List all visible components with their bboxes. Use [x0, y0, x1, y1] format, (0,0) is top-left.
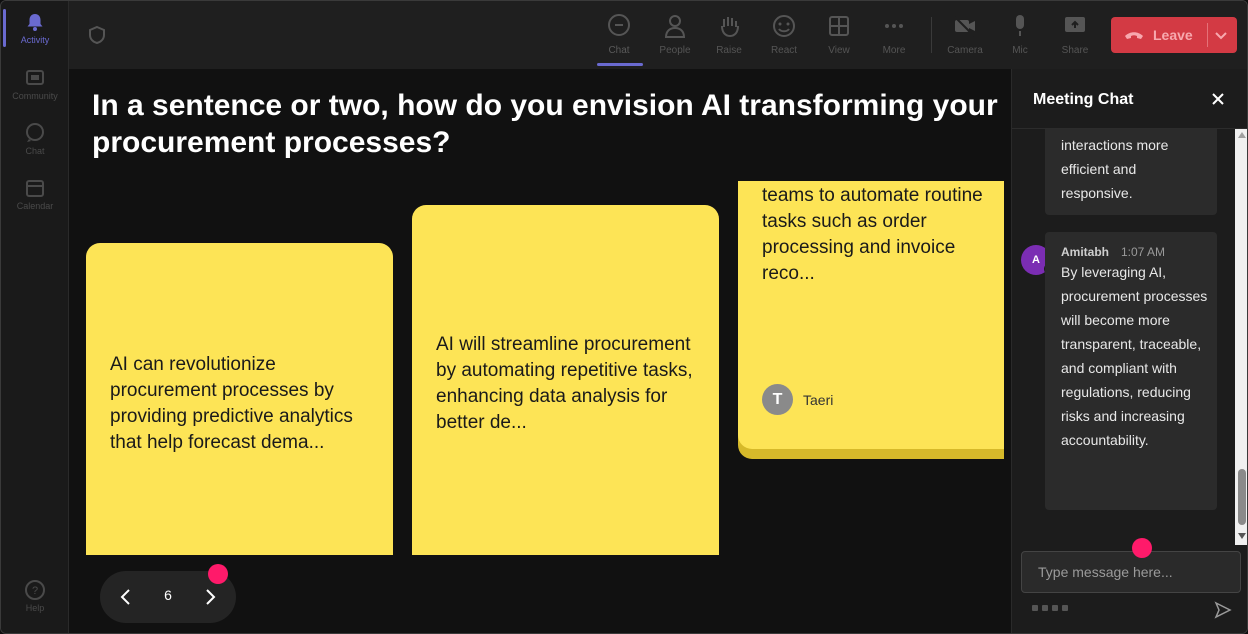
- more-icon: [885, 24, 903, 28]
- chat-icon: [608, 14, 630, 36]
- attach-icon[interactable]: [1042, 605, 1048, 611]
- rail-label: Activity: [20, 35, 50, 45]
- toolbar-divider: [931, 17, 932, 53]
- chat-label: Chat: [608, 45, 630, 56]
- note-text: AI will streamline procurement by automa…: [436, 334, 693, 433]
- message-input[interactable]: [1021, 551, 1241, 593]
- hang-up-icon: [1125, 32, 1143, 39]
- hand-icon: [721, 17, 739, 38]
- sticky-note[interactable]: AI will streamline procurement by automa…: [412, 205, 719, 555]
- meeting-toolbar: Chat People Raise React View More Camera: [69, 1, 1247, 69]
- gif-icon[interactable]: [1062, 605, 1068, 611]
- chevron-right-icon[interactable]: [200, 587, 220, 607]
- presentation-stage: In a sentence or two, how do you envisio…: [69, 69, 1011, 633]
- rail-label: Community: [12, 91, 58, 101]
- send-icon[interactable]: [1214, 601, 1232, 619]
- active-tab-indicator: [597, 63, 643, 66]
- meeting-chat-panel: interactions more efficient and responsi…: [1011, 69, 1247, 633]
- people-icon: [664, 15, 686, 38]
- mic-button[interactable]: Mic: [994, 9, 1046, 65]
- emoji-icon[interactable]: [1052, 605, 1058, 611]
- author-name: Taeri: [803, 391, 834, 408]
- note-text: AI can revolutionize procurement process…: [110, 354, 353, 453]
- rail-label: Chat: [25, 146, 45, 156]
- react-label: React: [770, 45, 798, 56]
- calendar-icon: [26, 180, 44, 197]
- left-rail: Activity Community Chat Calendar ? Help: [1, 1, 69, 633]
- chat-header: Meeting Chat: [1012, 69, 1247, 129]
- avatar: T: [762, 384, 793, 415]
- leave-label: Leave: [1153, 27, 1193, 43]
- chevron-down-icon[interactable]: [1213, 27, 1229, 43]
- mic-label: Mic: [1012, 45, 1028, 56]
- note-author: T Taeri: [762, 384, 833, 415]
- chevron-left-icon[interactable]: [116, 587, 136, 607]
- rail-label: Help: [25, 603, 45, 613]
- raise-hand-button[interactable]: Raise: [703, 9, 755, 65]
- camera-button[interactable]: Camera: [939, 9, 991, 65]
- more-button[interactable]: More: [868, 9, 920, 65]
- app-window: Activity Community Chat Calendar ? Help …: [0, 0, 1248, 634]
- question-title: In a sentence or two, how do you envisio…: [92, 89, 998, 159]
- cursor-marker: [208, 564, 228, 584]
- scroll-up-arrow[interactable]: [1238, 132, 1246, 138]
- rail-item-calendar[interactable]: Calendar: [1, 177, 69, 211]
- share-screen-icon: [1065, 17, 1085, 32]
- rail-item-help[interactable]: ? Help: [1, 579, 69, 613]
- message-body: interactions more efficient and responsi…: [1061, 137, 1169, 201]
- scroll-down-arrow[interactable]: [1238, 533, 1246, 539]
- note-text: teams to automate routine tasks such as …: [762, 185, 983, 284]
- view-label: View: [828, 45, 850, 56]
- share-button[interactable]: Share: [1049, 9, 1101, 65]
- cursor-marker: [1132, 538, 1152, 558]
- react-button[interactable]: React: [758, 9, 810, 65]
- microphone-icon: [1016, 15, 1024, 36]
- grid-icon: [829, 16, 849, 36]
- chat-button[interactable]: Chat: [593, 9, 645, 65]
- leave-button[interactable]: Leave: [1111, 17, 1237, 53]
- smiley-icon: [773, 15, 795, 37]
- community-icon: [26, 70, 44, 85]
- page-number: 6: [164, 587, 172, 603]
- sticky-note[interactable]: AI can revolutionize procurement process…: [86, 243, 393, 555]
- chat-message: Amitabh 1:07 AM By leveraging AI, procur…: [1045, 232, 1217, 510]
- svg-text:?: ?: [32, 585, 38, 597]
- chat-icon: [26, 123, 44, 142]
- rail-item-community[interactable]: Community: [1, 67, 69, 101]
- more-label: More: [882, 45, 906, 56]
- people-label: People: [659, 45, 691, 56]
- camera-off-icon: [954, 16, 975, 37]
- people-button[interactable]: People: [649, 9, 701, 65]
- chat-scrollbar[interactable]: [1235, 129, 1247, 545]
- raise-label: Raise: [716, 45, 742, 56]
- leave-divider: [1207, 23, 1208, 47]
- chat-title: Meeting Chat: [1033, 91, 1134, 108]
- help-icon: ?: [25, 580, 45, 600]
- share-label: Share: [1061, 45, 1089, 56]
- rail-item-chat[interactable]: Chat: [1, 122, 69, 156]
- format-toolbar: [1032, 605, 1068, 611]
- chat-message: interactions more efficient and responsi…: [1045, 129, 1217, 215]
- rail-label: Calendar: [16, 201, 54, 211]
- camera-label: Camera: [947, 45, 983, 56]
- view-button[interactable]: View: [813, 9, 865, 65]
- message-body: By leveraging AI, procurement processes …: [1061, 264, 1208, 448]
- bell-icon: [27, 14, 43, 31]
- rail-item-activity[interactable]: Activity: [1, 11, 69, 45]
- scroll-thumb[interactable]: [1238, 469, 1246, 525]
- close-icon[interactable]: [1210, 91, 1226, 107]
- format-icon[interactable]: [1032, 605, 1038, 611]
- shield-icon[interactable]: [87, 25, 107, 45]
- sticky-note[interactable]: teams to automate routine tasks such as …: [738, 181, 1004, 449]
